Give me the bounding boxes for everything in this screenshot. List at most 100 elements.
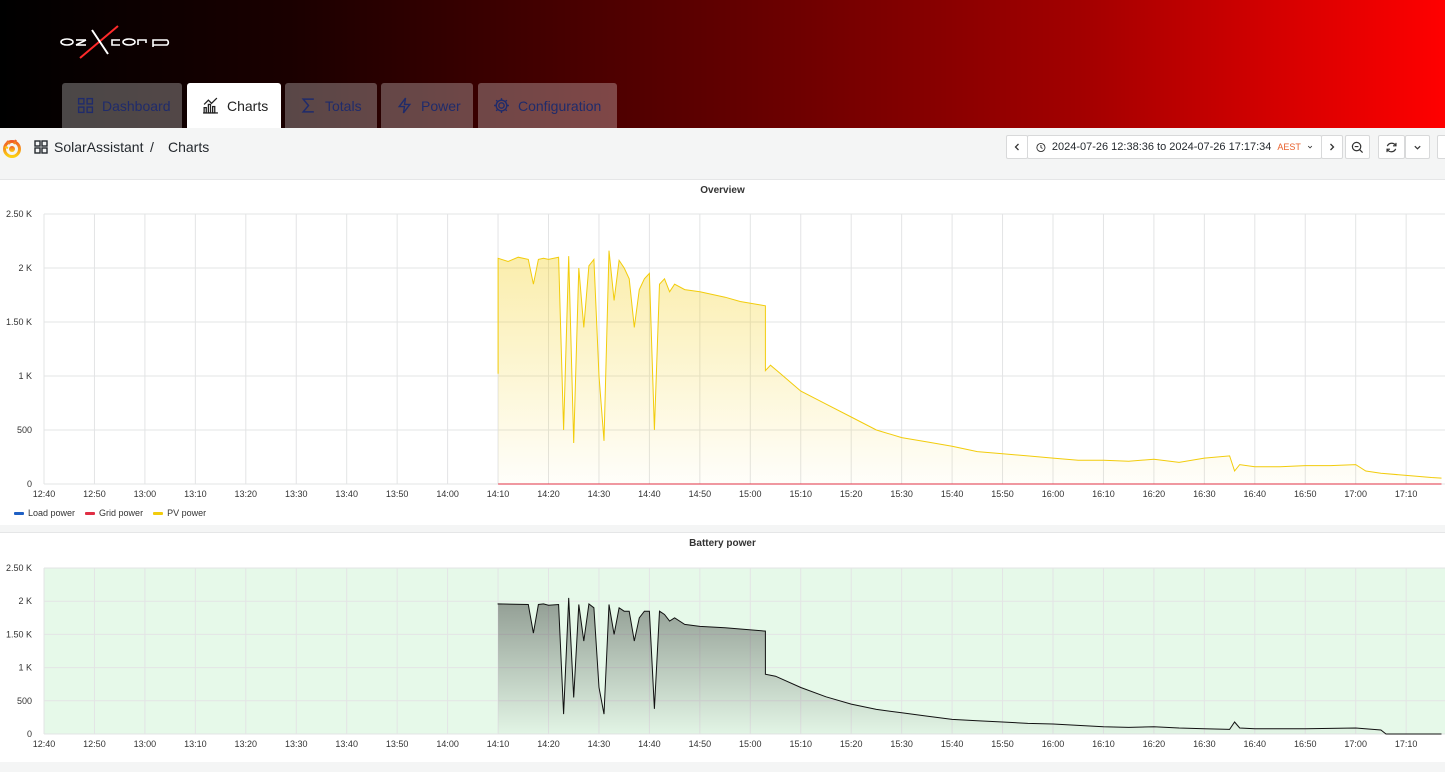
y-tick-label: 0 xyxy=(27,729,32,739)
x-tick-label: 14:40 xyxy=(638,739,661,749)
x-tick-label: 16:40 xyxy=(1244,489,1267,499)
chevron-down-icon xyxy=(1307,145,1313,149)
chevron-left-icon xyxy=(1014,143,1019,151)
y-tick-label: 1.50 K xyxy=(6,629,32,639)
x-tick-label: 13:20 xyxy=(235,489,258,499)
y-tick-label: 1 K xyxy=(18,371,32,381)
view-mode-button[interactable] xyxy=(1437,135,1445,159)
chevron-down-icon xyxy=(1414,145,1421,150)
x-tick-label: 13:50 xyxy=(386,489,409,499)
sigma-icon xyxy=(301,98,314,113)
overview-chart[interactable]: 0 500 1 K 1.50 K 2 K 2.50 K 12:40 12:50 13:00 13:… xyxy=(0,204,1445,504)
refresh-interval-dropdown[interactable] xyxy=(1405,135,1430,159)
refresh-button[interactable] xyxy=(1378,135,1405,159)
x-tick-label: 14:10 xyxy=(487,489,510,499)
company-logo xyxy=(60,25,170,59)
y-tick-label: 0 xyxy=(27,479,32,489)
tab-charts[interactable]: Charts xyxy=(187,83,281,128)
breadcrumb-dashboard[interactable]: SolarAssistant xyxy=(54,139,143,155)
x-tick-label: 13:00 xyxy=(134,489,157,499)
battery-power-chart[interactable]: 0 500 1 K 1.50 K 2 K 2.50 K 12:40 12:50 13:00 13:… xyxy=(0,557,1445,757)
time-forward-button[interactable] xyxy=(1321,135,1343,159)
tab-totals[interactable]: Totals xyxy=(285,83,377,128)
x-tick-label: 16:40 xyxy=(1244,739,1267,749)
x-tick-label: 13:10 xyxy=(184,739,207,749)
x-tick-label: 13:00 xyxy=(134,739,157,749)
x-tick-label: 15:50 xyxy=(991,739,1014,749)
grafana-logo-icon[interactable] xyxy=(2,137,22,159)
x-tick-label: 16:30 xyxy=(1193,739,1216,749)
x-tick-label: 16:20 xyxy=(1143,489,1166,499)
x-tick-label: 15:50 xyxy=(991,489,1014,499)
x-tick-label: 13:10 xyxy=(184,489,207,499)
x-tick-label: 14:10 xyxy=(487,739,510,749)
x-tick-label: 12:50 xyxy=(83,489,106,499)
tab-label: Power xyxy=(421,97,461,114)
zoom-out-icon xyxy=(1351,141,1364,153)
x-tick-label: 16:20 xyxy=(1143,739,1166,749)
x-tick-label: 15:00 xyxy=(739,489,762,499)
legend-label: PV power xyxy=(167,508,207,518)
time-range-text: 2024-07-26 12:38:36 to 2024-07-26 17:17:… xyxy=(1051,141,1272,153)
zoom-out-button[interactable] xyxy=(1345,135,1370,159)
x-tick-label: 13:30 xyxy=(285,489,308,499)
bolt-icon xyxy=(397,97,412,114)
x-tick-label: 12:40 xyxy=(33,739,56,749)
gear-icon xyxy=(494,98,509,113)
legend-label: Load power xyxy=(28,508,76,518)
x-tick-label: 15:20 xyxy=(840,739,863,749)
x-tick-label: 12:40 xyxy=(33,489,56,499)
x-tick-label: 13:40 xyxy=(335,739,358,749)
x-tick-label: 14:50 xyxy=(689,489,712,499)
overview-panel: Overview 0 500 1 K 1.50 K 2 K 2.50 K 12:40 12:5… xyxy=(0,179,1445,525)
y-tick-label: 500 xyxy=(17,425,32,435)
tab-label: Charts xyxy=(227,97,269,114)
tab-power[interactable]: Power xyxy=(381,83,473,128)
series-area xyxy=(498,250,1442,484)
x-tick-label: 14:00 xyxy=(436,489,459,499)
legend-swatch xyxy=(14,511,24,515)
x-tick-label: 14:00 xyxy=(436,739,459,749)
legend-item-pv-power[interactable]: PV power xyxy=(153,508,206,518)
tab-configuration[interactable]: Configuration xyxy=(478,83,617,128)
x-tick-label: 13:50 xyxy=(386,739,409,749)
tab-label: Configuration xyxy=(518,97,602,114)
x-tick-label: 15:30 xyxy=(890,739,913,749)
x-tick-label: 16:30 xyxy=(1193,489,1216,499)
tab-label: Totals xyxy=(325,97,362,114)
time-back-button[interactable] xyxy=(1006,135,1028,159)
clock-icon xyxy=(1036,142,1046,152)
y-tick-label: 500 xyxy=(17,696,32,706)
y-tick-label: 1 K xyxy=(18,663,32,673)
y-tick-label: 2 K xyxy=(18,263,32,273)
x-tick-label: 17:10 xyxy=(1395,489,1418,499)
y-tick-label: 1.50 K xyxy=(6,317,32,327)
x-tick-label: 14:50 xyxy=(689,739,712,749)
chart-legend: Load power Grid power PV power xyxy=(14,508,206,518)
legend-item-grid-power[interactable]: Grid power xyxy=(85,508,143,518)
x-tick-label: 17:10 xyxy=(1395,739,1418,749)
battery-power-panel: Battery power 0 500 1 K 1.50 K 2 K 2.50 K 12:4… xyxy=(0,532,1445,762)
legend-swatch xyxy=(85,511,96,515)
x-tick-label: 16:00 xyxy=(1042,739,1065,749)
chart-icon xyxy=(203,97,218,114)
x-tick-label: 16:50 xyxy=(1294,489,1317,499)
x-tick-label: 15:10 xyxy=(789,739,812,749)
panel-title: Overview xyxy=(700,185,745,196)
x-tick-label: 13:30 xyxy=(285,739,308,749)
page-title: Charts xyxy=(168,139,210,155)
tab-dashboard[interactable]: Dashboard xyxy=(62,83,182,128)
y-tick-label: 2.50 K xyxy=(6,209,32,219)
x-tick-label: 15:30 xyxy=(890,489,913,499)
time-range-picker[interactable]: 2024-07-26 12:38:36 to 2024-07-26 17:17:… xyxy=(1027,135,1322,159)
chevron-right-icon xyxy=(1330,143,1335,151)
x-tick-label: 16:10 xyxy=(1092,739,1115,749)
x-tick-label: 15:40 xyxy=(941,739,964,749)
x-tick-label: 17:00 xyxy=(1344,739,1367,749)
legend-item-load-power[interactable]: Load power xyxy=(14,508,75,518)
x-tick-label: 16:00 xyxy=(1042,489,1065,499)
refresh-icon xyxy=(1386,142,1397,152)
x-tick-label: 15:20 xyxy=(840,489,863,499)
x-tick-label: 14:40 xyxy=(638,489,661,499)
x-tick-label: 17:00 xyxy=(1344,489,1367,499)
